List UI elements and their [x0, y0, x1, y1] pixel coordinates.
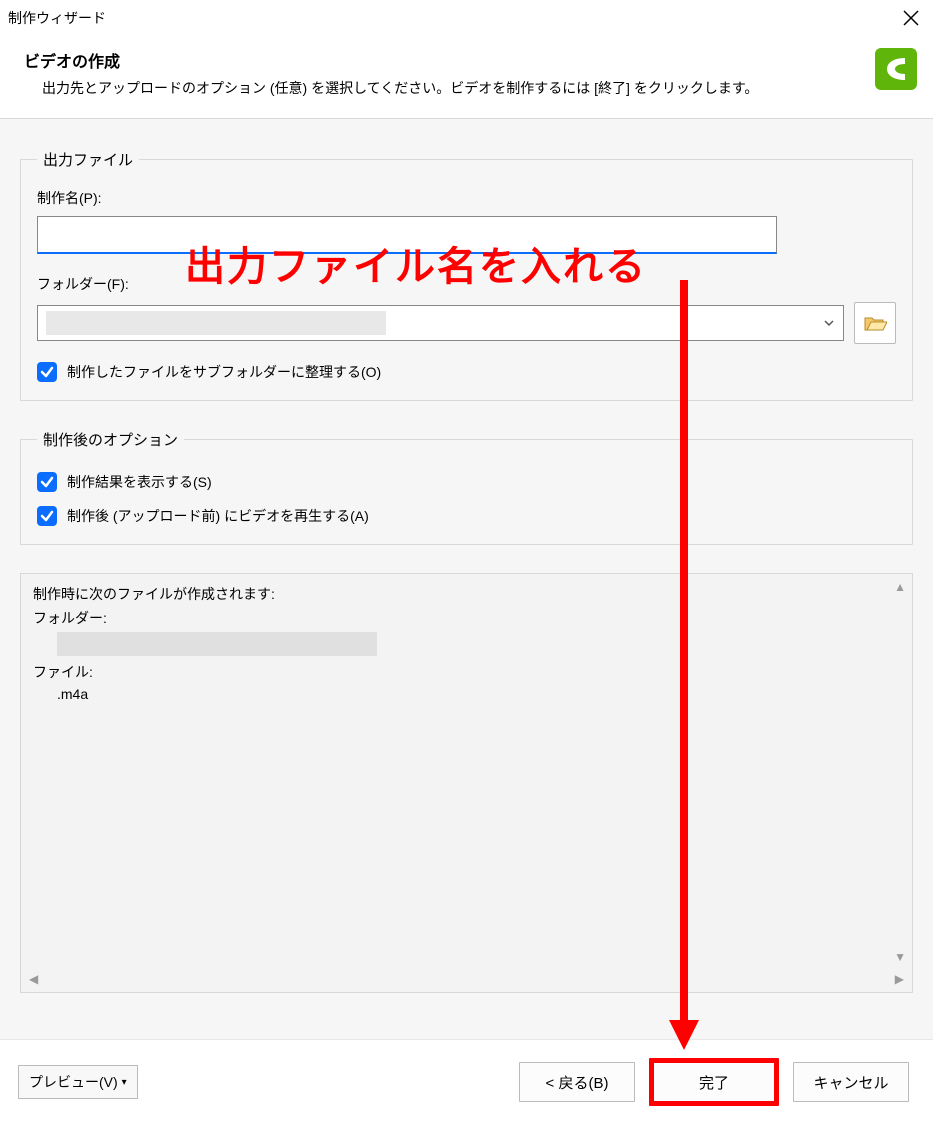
output-folder-path — [57, 632, 377, 656]
folder-open-icon — [863, 312, 887, 334]
check-icon — [40, 509, 54, 523]
output-folder-label: フォルダー: — [33, 608, 900, 628]
check-icon — [40, 475, 54, 489]
production-name-input[interactable] — [37, 216, 777, 254]
check-icon — [40, 365, 54, 379]
scroll-left-icon[interactable]: ◀ — [29, 972, 38, 990]
output-intro-text: 制作時に次のファイルが作成されます: — [33, 584, 900, 604]
window-title: 制作ウィザード — [8, 8, 106, 28]
back-button[interactable]: < 戻る(B) — [519, 1062, 635, 1102]
scroll-down-icon[interactable]: ▼ — [894, 950, 906, 964]
output-file-group: 出力ファイル 制作名(P): フォルダー(F): — [20, 149, 913, 401]
folder-label: フォルダー(F): — [37, 274, 896, 294]
scroll-up-icon[interactable]: ▲ — [894, 580, 906, 594]
close-icon — [903, 10, 919, 26]
finish-button[interactable]: 完了 — [649, 1058, 779, 1106]
page-heading: ビデオの作成 — [24, 48, 865, 72]
production-name-label: 制作名(P): — [37, 188, 896, 208]
dropdown-caret-icon: ▾ — [122, 1077, 127, 1088]
organize-subfolders-checkbox[interactable] — [37, 362, 57, 382]
output-summary-panel: 制作時に次のファイルが作成されます: フォルダー: ファイル: .m4a ▲ ▼… — [20, 573, 913, 993]
preview-button[interactable]: プレビュー(V) ▾ — [18, 1065, 138, 1099]
output-file-legend: 出力ファイル — [37, 149, 139, 170]
preview-button-label: プレビュー(V) — [29, 1072, 118, 1092]
page-description: 出力先とアップロードのオプション (任意) を選択してください。ビデオを制作する… — [24, 78, 865, 98]
scroll-right-icon[interactable]: ▶ — [895, 972, 904, 990]
browse-folder-button[interactable] — [854, 302, 896, 344]
play-after-label: 制作後 (アップロード前) にビデオを再生する(A) — [67, 506, 369, 526]
folder-select[interactable] — [37, 305, 844, 341]
close-button[interactable] — [901, 8, 921, 28]
post-production-group: 制作後のオプション 制作結果を表示する(S) 制作後 (アップロード前) にビデ… — [20, 429, 913, 545]
output-file-item: .m4a — [33, 686, 900, 702]
chevron-down-icon — [823, 317, 835, 329]
organize-subfolders-label: 制作したファイルをサブフォルダーに整理する(O) — [67, 362, 381, 382]
post-production-legend: 制作後のオプション — [37, 429, 184, 450]
play-after-checkbox[interactable] — [37, 506, 57, 526]
app-logo-icon — [875, 48, 917, 90]
show-results-checkbox[interactable] — [37, 472, 57, 492]
output-file-label: ファイル: — [33, 662, 900, 682]
cancel-button[interactable]: キャンセル — [793, 1062, 909, 1102]
show-results-label: 制作結果を表示する(S) — [67, 472, 212, 492]
folder-select-value — [46, 306, 823, 340]
